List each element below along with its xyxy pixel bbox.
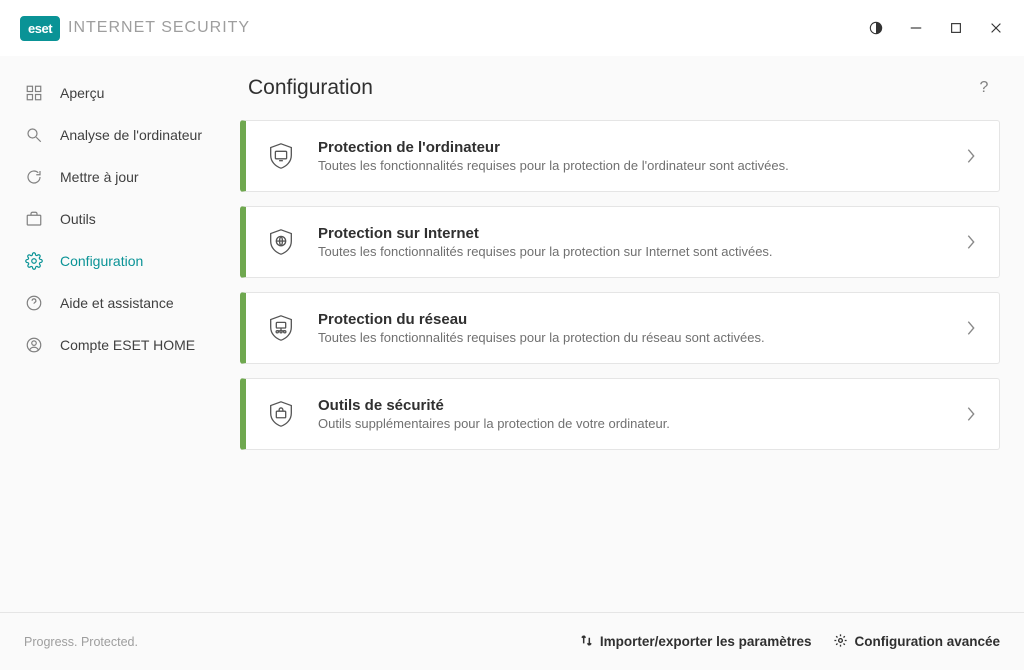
sidebar-item-label: Mettre à jour [60,169,139,185]
shield-monitor-icon [264,139,298,173]
page-help-button[interactable]: ? [972,76,996,100]
sidebar-item-label: Configuration [60,253,143,269]
card-desc: Toutes les fonctionnalités requises pour… [318,158,965,173]
shield-globe-icon [264,225,298,259]
contrast-icon[interactable] [868,20,884,36]
briefcase-icon [24,209,44,229]
card-internet-protection[interactable]: Protection sur Internet Toutes les fonct… [240,206,1000,278]
import-export-button[interactable]: Importer/exporter les paramètres [579,633,812,651]
card-title: Protection de l'ordinateur [318,139,965,156]
main-panel: Configuration ? Protection de l'ordinate… [240,56,1024,612]
advanced-config-button[interactable]: Configuration avancée [833,633,1000,651]
sidebar-item-label: Aide et assistance [60,295,174,311]
card-network-protection[interactable]: Protection du réseau Toutes les fonction… [240,292,1000,364]
chevron-right-icon [965,319,977,337]
sidebar-item-tools[interactable]: Outils [0,198,240,240]
shield-network-icon [264,311,298,345]
card-desc: Toutes les fonctionnalités requises pour… [318,244,965,259]
window-controls [868,20,1004,36]
gear-icon [833,633,848,651]
card-security-tools[interactable]: Outils de sécurité Outils supplémentaire… [240,378,1000,450]
footer-action-label: Importer/exporter les paramètres [600,634,812,649]
sidebar: Aperçu Analyse de l'ordinateur Mettre à … [0,56,240,612]
sidebar-item-label: Compte ESET HOME [60,337,195,353]
card-title: Protection du réseau [318,311,965,328]
help-icon [24,293,44,313]
footer-action-label: Configuration avancée [854,634,1000,649]
sidebar-item-scan[interactable]: Analyse de l'ordinateur [0,114,240,156]
chevron-right-icon [965,147,977,165]
card-title: Protection sur Internet [318,225,965,242]
sidebar-item-configuration[interactable]: Configuration [0,240,240,282]
sidebar-item-label: Outils [60,211,96,227]
sidebar-item-help[interactable]: Aide et assistance [0,282,240,324]
minimize-button[interactable] [908,20,924,36]
maximize-button[interactable] [948,20,964,36]
user-icon [24,335,44,355]
card-title: Outils de sécurité [318,397,965,414]
card-desc: Outils supplémentaires pour la protectio… [318,416,965,431]
sidebar-item-label: Analyse de l'ordinateur [60,127,202,143]
chevron-right-icon [965,405,977,423]
shield-briefcase-icon [264,397,298,431]
footer: Progress. Protected. Importer/exporter l… [0,612,1024,670]
chevron-right-icon [965,233,977,251]
refresh-icon [24,167,44,187]
sidebar-item-label: Aperçu [60,85,104,101]
search-icon [24,125,44,145]
gear-icon [24,251,44,271]
import-export-icon [579,633,594,651]
footer-slogan: Progress. Protected. [24,635,138,649]
app-logo: eset INTERNET SECURITY [20,16,250,41]
card-computer-protection[interactable]: Protection de l'ordinateur Toutes les fo… [240,120,1000,192]
close-button[interactable] [988,20,1004,36]
card-desc: Toutes les fonctionnalités requises pour… [318,330,965,345]
brand-badge: eset [20,16,60,41]
sidebar-item-update[interactable]: Mettre à jour [0,156,240,198]
dashboard-icon [24,83,44,103]
product-name: INTERNET SECURITY [68,19,250,37]
sidebar-item-overview[interactable]: Aperçu [0,72,240,114]
page-title: Configuration [248,76,373,100]
title-bar: eset INTERNET SECURITY [0,0,1024,56]
sidebar-item-account[interactable]: Compte ESET HOME [0,324,240,366]
